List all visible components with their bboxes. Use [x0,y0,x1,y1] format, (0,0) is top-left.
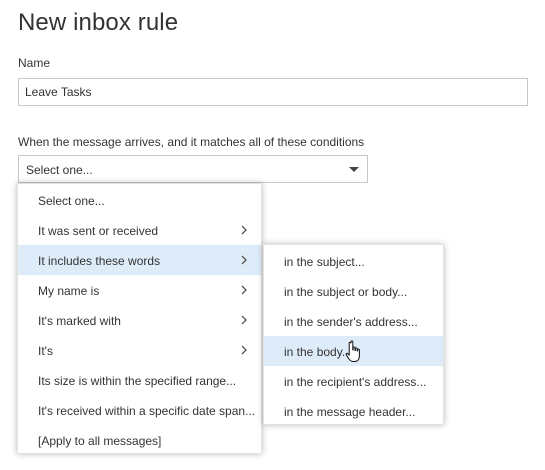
menu-item-label: It's received within a specific date spa… [38,404,256,418]
page-title: New inbox rule [18,9,179,36]
submenu-item-label: in the body... [284,345,352,359]
menu-item-label: My name is [38,284,100,298]
conditions-menu: Select one... It was sent or received It… [17,183,262,454]
chevron-right-icon [241,285,247,295]
submenu-item-label: in the subject... [284,255,365,269]
menu-item-my-name-is[interactable]: My name is [18,275,261,305]
submenu-item-sender-address[interactable]: in the sender's address... [264,306,443,336]
submenu-item-recipient-address[interactable]: in the recipient's address... [264,366,443,396]
menu-item-label: It was sent or received [38,224,159,238]
menu-item-size-range[interactable]: Its size is within the specified range..… [18,365,261,395]
menu-item-its[interactable]: It's [18,335,261,365]
menu-item-label: [Apply to all messages] [38,434,162,448]
submenu-item-message-header[interactable]: in the message header... [264,396,443,426]
menu-item-label: It's marked with [38,314,121,328]
menu-item-label: Its size is within the specified range..… [38,374,237,388]
conditions-label: When the message arrives, and it matches… [18,135,365,149]
submenu-item-label: in the message header... [284,405,416,419]
menu-item-includes-words[interactable]: It includes these words [18,245,261,275]
menu-item-label: It's [38,344,53,358]
conditions-dropdown[interactable]: Select one... [18,155,368,183]
new-inbox-rule-page: New inbox rule Name When the message arr… [0,0,545,470]
menu-item-marked-with[interactable]: It's marked with [18,305,261,335]
menu-item-apply-all[interactable]: [Apply to all messages] [18,425,261,455]
menu-item-label: Select one... [38,194,105,208]
submenu-item-label: in the sender's address... [284,315,418,329]
chevron-right-icon [241,345,247,355]
includes-words-submenu: in the subject... in the subject or body… [263,244,444,425]
name-input[interactable] [18,78,528,106]
submenu-item-label: in the recipient's address... [284,375,427,389]
menu-item-select-one[interactable]: Select one... [18,185,261,215]
conditions-dropdown-value: Select one... [26,163,93,177]
submenu-item-subject[interactable]: in the subject... [264,246,443,276]
chevron-down-icon [349,167,359,172]
hand-pointer-icon [345,340,360,362]
submenu-item-label: in the subject or body... [284,285,408,299]
menu-item-label: It includes these words [38,254,161,268]
submenu-item-subject-or-body[interactable]: in the subject or body... [264,276,443,306]
chevron-right-icon [241,315,247,325]
chevron-right-icon [241,225,247,235]
menu-item-sent-or-received[interactable]: It was sent or received [18,215,261,245]
chevron-right-icon [241,255,247,265]
name-label: Name [18,56,51,70]
menu-item-date-span[interactable]: It's received within a specific date spa… [18,395,261,425]
